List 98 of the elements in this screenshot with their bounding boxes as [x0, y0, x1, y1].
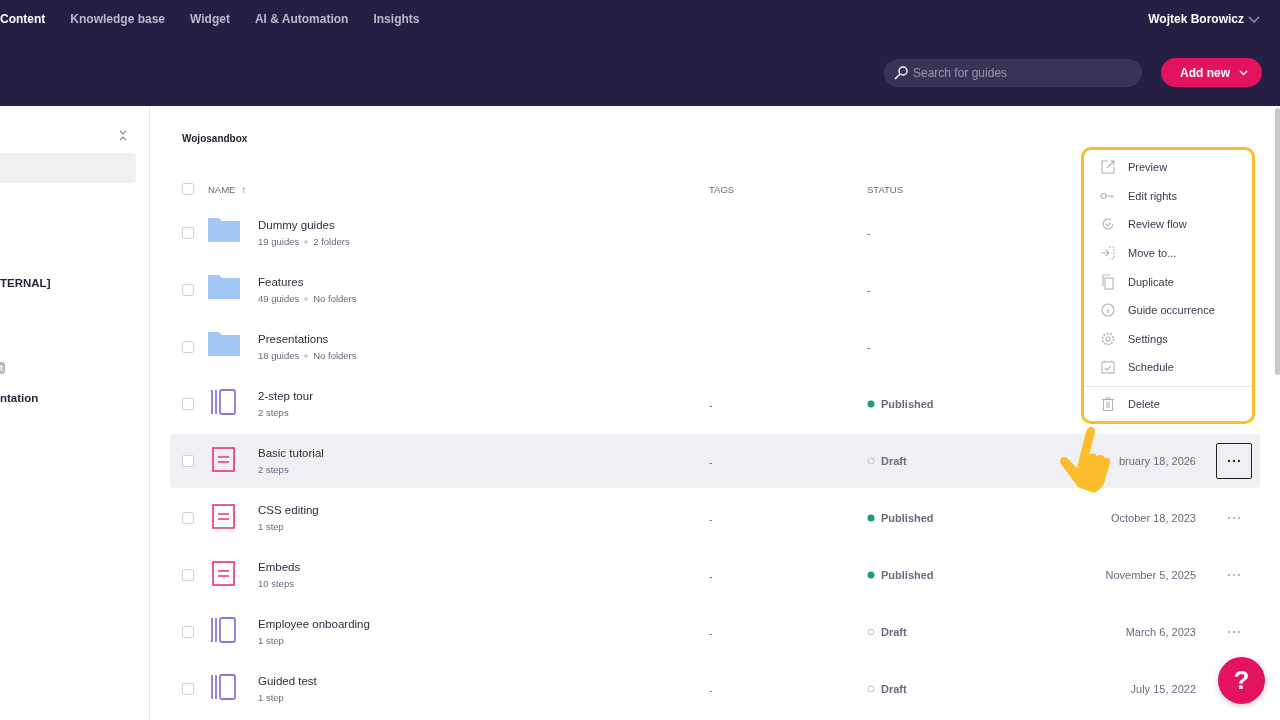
- menu-item[interactable]: Guide occurrence: [1084, 295, 1252, 325]
- info-icon: [1100, 302, 1116, 319]
- nav-tab[interactable]: Content: [0, 12, 46, 26]
- scrollbar[interactable]: [1275, 108, 1280, 375]
- status-text: Published: [881, 569, 934, 581]
- row-checkbox[interactable]: [182, 569, 194, 581]
- status-text: Draft: [881, 626, 907, 638]
- tags-cell: -: [709, 627, 713, 639]
- status-text: -: [867, 227, 871, 239]
- select-all-checkbox[interactable]: [182, 183, 194, 195]
- sidebar-item[interactable]: TERNAL]: [0, 268, 136, 298]
- guide-name[interactable]: Basic tutorial: [258, 447, 709, 459]
- menu-item[interactable]: Edit rights: [1084, 181, 1252, 211]
- chevron-down-icon: [1248, 15, 1260, 23]
- more-button[interactable]: [1216, 443, 1252, 479]
- guide-meta: 2 steps: [258, 464, 289, 475]
- date-cell-text: March 6, 2023: [1124, 626, 1196, 638]
- status-text: -: [867, 341, 871, 353]
- more-icon: [1227, 630, 1241, 634]
- row-checkbox[interactable]: [182, 284, 194, 296]
- status-text: Published: [881, 398, 934, 410]
- chevron-down-icon: [1239, 69, 1248, 76]
- guide-name[interactable]: Presentations: [258, 333, 709, 345]
- nav-tab[interactable]: Knowledge base: [70, 12, 165, 26]
- separator-dot: [304, 353, 309, 358]
- menu-item[interactable]: Preview: [1084, 153, 1252, 182]
- guide-meta: 1 step: [258, 692, 284, 703]
- more-icon: [1227, 459, 1241, 463]
- guide-name[interactable]: Employee onboarding: [258, 618, 709, 630]
- row-checkbox[interactable]: [182, 512, 194, 524]
- settings-icon: [1100, 330, 1116, 347]
- menu-item[interactable]: Duplicate: [1084, 267, 1252, 296]
- calendar-check-icon: [1100, 359, 1116, 376]
- column-header: STATUS: [867, 183, 905, 195]
- guide-name[interactable]: CSS editing: [258, 504, 709, 516]
- guide-meta: 1 step: [258, 635, 284, 646]
- search-icon: [894, 65, 908, 80]
- sort-arrow[interactable]: ↑: [241, 183, 247, 195]
- sidebar-item[interactable]: ntation: [0, 383, 136, 413]
- tags-cell: -: [709, 684, 713, 696]
- row-checkbox[interactable]: [182, 341, 194, 353]
- separator-dot: [304, 296, 309, 301]
- guide-meta: 2 steps: [258, 407, 289, 418]
- tags-cell: -: [709, 399, 713, 411]
- guide-meta: 49 guides: [258, 293, 300, 304]
- row-checkbox[interactable]: [182, 227, 194, 239]
- menu-item[interactable]: Move to...: [1084, 238, 1252, 268]
- search-field[interactable]: Search for guides: [884, 58, 1142, 87]
- guide-name[interactable]: Guided test: [258, 675, 709, 687]
- status-text: Draft: [881, 455, 907, 467]
- status-text: Published: [881, 512, 934, 524]
- guide-meta: 18 guides: [258, 350, 300, 361]
- status-text: -: [867, 284, 871, 296]
- nav-tab[interactable]: Widget: [190, 12, 230, 26]
- column-header[interactable]: NAME: [208, 183, 236, 195]
- more-icon: [1227, 573, 1241, 577]
- trash-icon: [1100, 396, 1116, 413]
- guide-name[interactable]: 2-step tour: [258, 390, 709, 402]
- guide-meta: 1 step: [258, 521, 284, 532]
- tags-cell: -: [709, 456, 713, 468]
- user-menu[interactable]: Wojtek Borowicz: [1148, 12, 1260, 26]
- column-header: TAGS: [709, 183, 736, 195]
- menu-item[interactable]: Schedule: [1084, 353, 1252, 382]
- breadcrumb[interactable]: Wojosandbox: [182, 133, 248, 144]
- item-badge: t: [0, 362, 5, 374]
- date-cell-text: October 18, 2023: [1110, 512, 1196, 524]
- menu-item[interactable]: Delete: [1084, 389, 1252, 419]
- add-new-button[interactable]: Add new: [1161, 58, 1262, 87]
- date-cell-text: bruary 18, 2026: [1117, 455, 1196, 467]
- tags-cell: -: [709, 513, 713, 525]
- nav-tab[interactable]: AI & Automation: [254, 12, 349, 26]
- move-icon: [1100, 245, 1116, 262]
- row-checkbox[interactable]: [182, 398, 194, 410]
- guide-name[interactable]: Features: [258, 276, 709, 288]
- row-checkbox[interactable]: [182, 455, 194, 467]
- guide-meta: 2 folders: [313, 236, 350, 247]
- guide-meta: No folders: [313, 350, 357, 361]
- guide-name[interactable]: Embeds: [258, 561, 709, 573]
- menu-item[interactable]: Review flow: [1084, 210, 1252, 239]
- separator-dot: [304, 239, 309, 244]
- guide-meta: 10 steps: [258, 578, 294, 589]
- row-checkbox[interactable]: [182, 626, 194, 638]
- copy-icon: [1100, 273, 1116, 290]
- guide-name[interactable]: Dummy guides: [258, 219, 709, 231]
- external-link-icon: [1100, 159, 1116, 176]
- help-button[interactable]: ?: [1218, 657, 1265, 704]
- menu-item[interactable]: Settings: [1084, 324, 1252, 354]
- check-circle-icon: [1100, 216, 1116, 233]
- date-cell-text: July 15, 2022: [1129, 683, 1196, 695]
- date-cell-text: November 5, 2025: [1104, 569, 1196, 581]
- row-checkbox[interactable]: [182, 683, 194, 695]
- status-text: Draft: [881, 683, 907, 695]
- nav-tab[interactable]: Insights: [373, 12, 420, 26]
- guide-meta: 19 guides: [258, 236, 300, 247]
- tags-cell: -: [709, 570, 713, 582]
- guide-meta: No folders: [313, 293, 357, 304]
- collapse-icon[interactable]: [119, 130, 127, 141]
- more-icon: [1227, 516, 1241, 520]
